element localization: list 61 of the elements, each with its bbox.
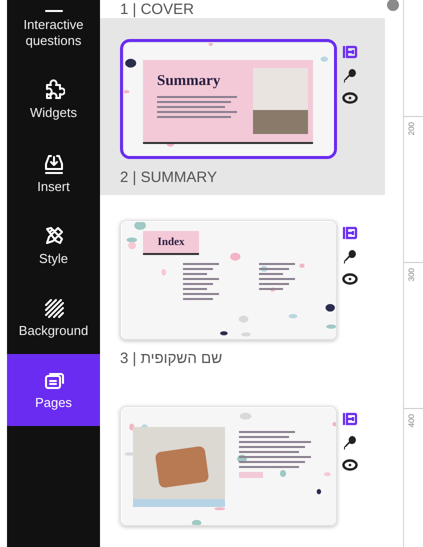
ruler-label: 200 (408, 122, 416, 136)
page-card[interactable]: Summary 2 | SUMMARY (100, 18, 385, 195)
text-line (259, 263, 295, 265)
slide-title: Index (158, 234, 184, 250)
sidebar-label: Background (18, 323, 88, 339)
page-label: 2 | SUMMARY (119, 169, 218, 187)
text-line (239, 461, 305, 463)
text-line (259, 283, 289, 285)
slide-title: Summary (157, 72, 222, 90)
text-line (183, 288, 207, 290)
text-line (183, 278, 219, 280)
eye-icon[interactable] (342, 459, 358, 471)
list-icon (42, 9, 64, 13)
text-line (239, 466, 299, 468)
text-line (259, 273, 283, 275)
text-line (183, 268, 213, 270)
sidebar-label: Style (39, 251, 68, 267)
ruler-label: 400 (408, 414, 416, 428)
text-line (239, 431, 295, 433)
sidebar-label: Interactive questions (22, 17, 84, 49)
slide-thumbnail[interactable]: Index (120, 220, 337, 340)
tray-icon (42, 153, 64, 175)
key-icon[interactable] (343, 435, 357, 451)
key-icon[interactable] (343, 249, 357, 265)
text-line (239, 436, 289, 438)
sidebar-item[interactable]: Style (7, 210, 100, 282)
text-line (183, 283, 213, 285)
stripes-icon (42, 297, 64, 319)
text-line (239, 451, 299, 453)
text-line (183, 298, 213, 300)
sidebar-item[interactable]: Interactive questions (7, 0, 100, 50)
photo (253, 68, 308, 134)
page-label: 3 | שם השקופית (119, 350, 224, 368)
page-label: 1 | COVER (119, 2, 195, 18)
slide-button (239, 472, 263, 478)
sidebar-item[interactable]: Insert (7, 138, 100, 210)
text-line (183, 263, 219, 265)
layout-icon[interactable] (342, 44, 358, 60)
text-line (259, 278, 295, 280)
key-icon[interactable] (343, 68, 357, 84)
text-line (239, 456, 311, 458)
sidebar-item[interactable]: Background (7, 282, 100, 354)
layout-icon[interactable] (342, 225, 358, 241)
text-line (183, 293, 219, 295)
ruler-label: 300 (408, 268, 416, 282)
scrollbar-thumb[interactable] (387, 0, 399, 11)
sidebar-label: Pages (35, 395, 72, 411)
text-line (259, 268, 289, 270)
layout-icon[interactable] (342, 411, 358, 427)
sidebar-item[interactable]: Widgets (7, 62, 100, 138)
text-line (239, 441, 311, 443)
sidebar-label: Widgets (30, 105, 77, 121)
text-line (157, 106, 225, 108)
slide-thumbnail[interactable]: Summary (120, 39, 337, 159)
text-line (259, 288, 283, 290)
text-line (239, 446, 305, 448)
eye-icon[interactable] (342, 273, 358, 285)
sidebar-label: Insert (37, 179, 70, 195)
eye-icon[interactable] (342, 92, 358, 104)
sidebar-item[interactable]: Pages (7, 354, 100, 426)
text-line (183, 273, 207, 275)
